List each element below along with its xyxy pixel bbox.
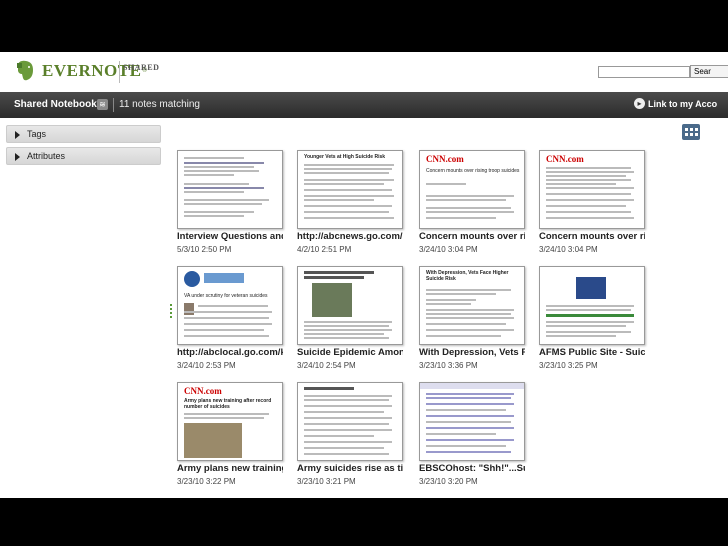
sidebar-item-label: Attributes: [27, 151, 66, 161]
thumb-cnn-logo: CNN.com: [184, 386, 222, 396]
note-card[interactable]: EBSCOhost: "Shh!"...Suic 3/23/10 3:20 PM: [416, 382, 527, 492]
note-title: http://abcnews.go.com/H: [297, 231, 403, 242]
note-thumbnail[interactable]: CNN.com Army plans new training after re…: [177, 382, 283, 461]
thumb-banner: [204, 273, 244, 283]
note-date: 3/23/10 3:25 PM: [539, 361, 598, 370]
thumb-cnn-logo: CNN.com: [546, 154, 584, 164]
note-card[interactable]: Suicide Epidemic Among 3/24/10 2:54 PM: [294, 266, 405, 376]
rss-icon[interactable]: ≋: [97, 99, 108, 110]
note-title: http://abclocal.go.com/kg: [177, 347, 283, 358]
search-input[interactable]: [598, 66, 690, 78]
logo-divider: [119, 61, 120, 83]
link-icon[interactable]: ▸: [634, 98, 645, 109]
sidebar: Tags Attributes: [0, 118, 166, 498]
note-date: 3/24/10 2:54 PM: [297, 361, 356, 370]
note-date: 3/24/10 3:04 PM: [539, 245, 598, 254]
air-force-logo: [576, 277, 606, 299]
shared-label: SHARED: [123, 63, 160, 72]
thumb-headline: VA under scrutiny for veteran suicides: [184, 293, 268, 299]
note-date: 3/24/10 2:53 PM: [177, 361, 236, 370]
note-date: 3/24/10 3:04 PM: [419, 245, 478, 254]
note-title: EBSCOhost: "Shh!"...Suic: [419, 463, 525, 474]
note-card[interactable]: Interview Questions and 5/3/10 2:50 PM: [174, 150, 285, 260]
note-card[interactable]: CNN.com Concern mounts over rising troop…: [416, 150, 527, 260]
note-card[interactable]: With Depression, Vets Face Higher Suicid…: [416, 266, 527, 376]
thumb-headline: Younger Vets at High Suicide Risk: [304, 154, 386, 160]
note-thumbnail[interactable]: VA under scrutiny for veteran suicides: [177, 266, 283, 345]
grid-view-icon[interactable]: [682, 124, 700, 140]
note-thumbnail[interactable]: [539, 266, 645, 345]
note-thumbnail[interactable]: [297, 382, 403, 461]
note-card[interactable]: Younger Vets at High Suicide Risk http:/…: [294, 150, 405, 260]
note-thumbnail[interactable]: With Depression, Vets Face Higher Suicid…: [419, 266, 525, 345]
note-card[interactable]: VA under scrutiny for veteran suicides h…: [174, 266, 285, 376]
note-thumbnail[interactable]: CNN.com: [539, 150, 645, 229]
note-card[interactable]: AFMS Public Site - Suicid 3/23/10 3:25 P…: [536, 266, 647, 376]
note-date: 5/3/10 2:50 PM: [177, 245, 232, 254]
note-title: Army plans new training: [177, 463, 283, 474]
sidebar-item-label: Tags: [27, 129, 47, 139]
note-thumbnail[interactable]: Younger Vets at High Suicide Risk: [297, 150, 403, 229]
notes-count: 11 notes matching: [119, 99, 200, 110]
thumb-headline: Concern mounts over rising troop suicide…: [426, 168, 520, 174]
note-title: Interview Questions and: [177, 231, 283, 242]
link-to-my-account[interactable]: Link to my Acco: [648, 99, 717, 109]
search-button[interactable]: Sear: [690, 65, 728, 78]
expand-triangle-icon: [15, 153, 20, 161]
note-title: With Depression, Vets Fa: [419, 347, 525, 358]
expand-triangle-icon: [15, 131, 20, 139]
notebook-bar-divider: [113, 98, 114, 112]
elephant-icon: [17, 60, 33, 81]
note-date: 3/23/10 3:22 PM: [177, 477, 236, 486]
thumb-headline: With Depression, Vets Face Higher Suicid…: [426, 270, 509, 282]
evernote-window: EVERNOTE ® SHARED Sear Shared Notebook ≋ …: [0, 52, 728, 498]
notebook-bar: Shared Notebook ≋ 11 notes matching ▸ Li…: [0, 92, 728, 118]
note-title: Concern mounts over risi: [419, 231, 525, 242]
note-thumbnail[interactable]: [419, 382, 525, 461]
thumb-headline: Army plans new training after record num…: [184, 398, 272, 410]
top-header: EVERNOTE ® SHARED Sear: [0, 52, 728, 92]
note-card[interactable]: Army suicides rise as tin 3/23/10 3:21 P…: [294, 382, 405, 492]
sidebar-item-attributes[interactable]: Attributes: [6, 147, 161, 165]
thumb-cnn-logo: CNN.com: [426, 154, 464, 164]
note-card[interactable]: CNN.com Army plans new training after re…: [174, 382, 285, 492]
note-date: 3/23/10 3:20 PM: [419, 477, 478, 486]
note-title: AFMS Public Site - Suicid: [539, 347, 645, 358]
note-card[interactable]: CNN.com Concern mounts over risi 3/24/10…: [536, 150, 647, 260]
notes-grid: Interview Questions and 5/3/10 2:50 PM Y…: [174, 118, 728, 498]
note-date: 3/23/10 3:36 PM: [419, 361, 478, 370]
note-title: Concern mounts over risi: [539, 231, 645, 242]
note-title: Army suicides rise as tin: [297, 463, 403, 474]
sidebar-item-tags[interactable]: Tags: [6, 125, 161, 143]
notebook-title: Shared Notebook: [14, 99, 97, 110]
abc-logo: [184, 271, 200, 287]
note-thumbnail[interactable]: [297, 266, 403, 345]
note-thumbnail[interactable]: [177, 150, 283, 229]
note-date: 4/2/10 2:51 PM: [297, 245, 352, 254]
note-title: Suicide Epidemic Among: [297, 347, 403, 358]
note-thumbnail[interactable]: CNN.com Concern mounts over rising troop…: [419, 150, 525, 229]
note-date: 3/23/10 3:21 PM: [297, 477, 356, 486]
